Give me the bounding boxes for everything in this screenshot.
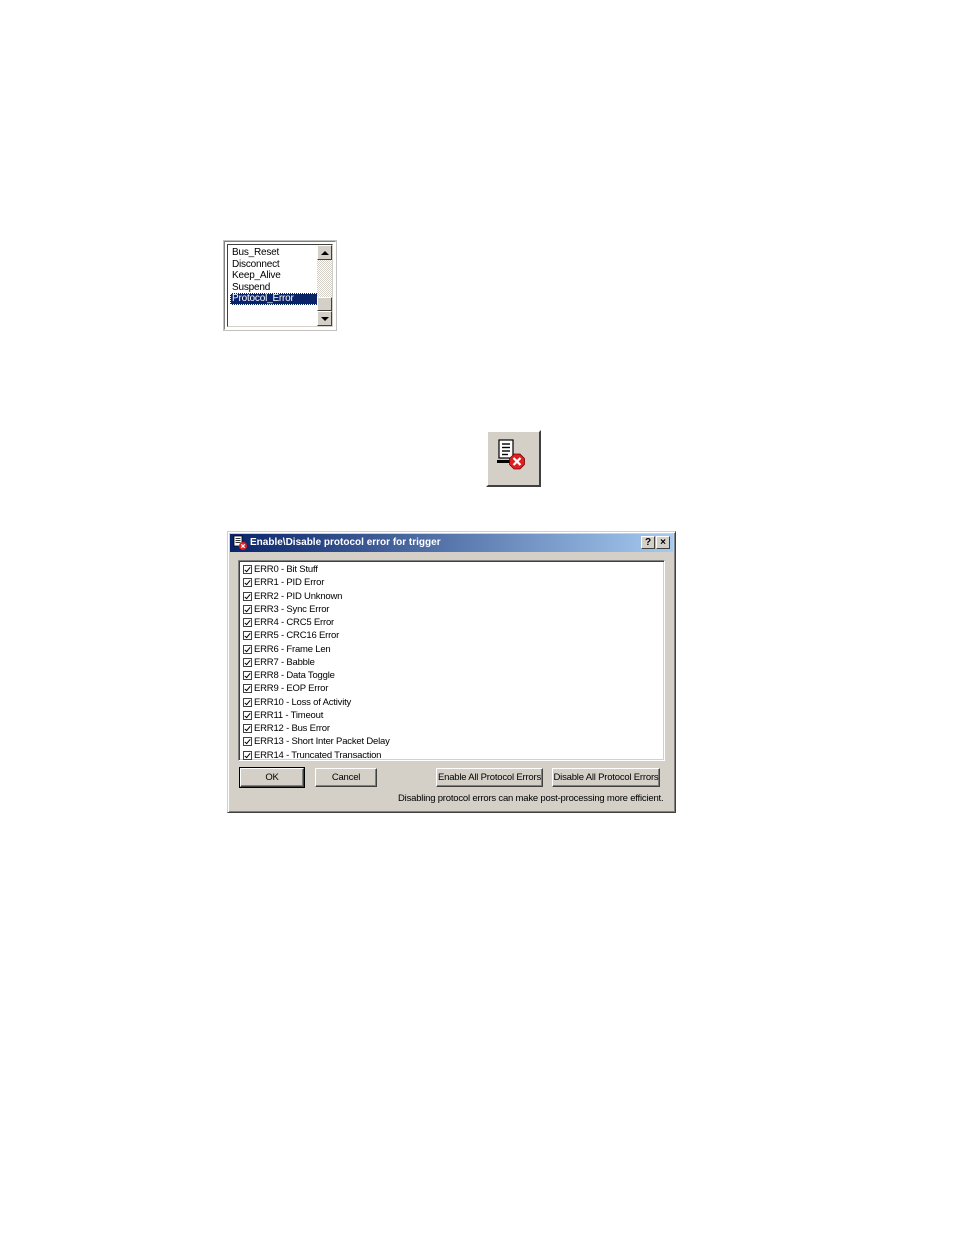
checkbox[interactable] <box>243 684 252 694</box>
list-item-selected[interactable]: Protocol_Error <box>230 293 318 305</box>
arrow-up-icon <box>320 250 329 255</box>
scroll-thumb[interactable] <box>317 297 332 311</box>
checkbox[interactable] <box>243 604 252 614</box>
error-label: ERR14 - Truncated Transaction <box>254 749 382 761</box>
checkbox[interactable] <box>243 737 252 747</box>
checkbox[interactable] <box>243 618 252 628</box>
error-row[interactable]: ERR11 - Timeout <box>239 709 664 722</box>
error-row[interactable]: ERR2 - PID Unknown <box>239 590 664 603</box>
checkbox[interactable] <box>243 657 252 667</box>
arrow-down-icon <box>320 316 329 321</box>
protocol-error-checklist[interactable]: ERR0 - Bit Stuff ERR1 - PID Error ERR2 -… <box>238 560 665 761</box>
error-row[interactable]: ERR8 - Data Toggle <box>239 669 664 682</box>
protocol-error-toolbar-button[interactable] <box>486 430 541 487</box>
error-row[interactable]: ERR7 - Babble <box>239 656 664 669</box>
checkbox[interactable] <box>243 697 252 707</box>
error-row[interactable]: ERR3 - Sync Error <box>239 603 664 616</box>
error-row[interactable]: ERR1 - PID Error <box>239 576 664 589</box>
hint-text: Disabling protocol errors can make post-… <box>398 793 664 804</box>
error-label: ERR11 - Timeout <box>254 709 324 721</box>
help-button[interactable]: ? <box>641 536 655 549</box>
event-listbox-items: Bus_Reset Disconnect Keep_Alive Suspend … <box>230 247 318 328</box>
error-label: ERR7 - Babble <box>254 656 315 668</box>
error-row[interactable]: ERR12 - Bus Error <box>239 722 664 735</box>
error-label: ERR1 - PID Error <box>254 577 325 589</box>
error-row[interactable]: ERR9 - EOP Error <box>239 682 664 695</box>
dialog-titlebar[interactable]: Enable\Disable protocol error for trigge… <box>230 534 673 552</box>
list-item[interactable]: Keep_Alive <box>230 270 318 282</box>
error-label: ERR10 - Loss of Activity <box>254 696 352 708</box>
checkbox[interactable] <box>243 724 252 734</box>
close-button[interactable]: × <box>656 536 670 549</box>
error-row[interactable]: ERR4 - CRC5 Error <box>239 616 664 629</box>
error-label: ERR5 - CRC16 Error <box>254 630 340 642</box>
list-item[interactable] <box>230 316 318 328</box>
error-row[interactable]: ERR10 - Loss of Activity <box>239 696 664 709</box>
checkbox[interactable] <box>243 591 252 601</box>
error-label: ERR0 - Bit Stuff <box>254 564 318 576</box>
disable-all-button[interactable]: Disable All Protocol Errors <box>552 768 660 787</box>
scroll-up-button[interactable] <box>317 245 332 260</box>
checkbox[interactable] <box>243 710 252 720</box>
error-label: ERR4 - CRC5 Error <box>254 617 334 629</box>
list-item[interactable]: Bus_Reset <box>230 247 318 259</box>
error-label: ERR9 - EOP Error <box>254 683 329 695</box>
error-row[interactable]: ERR5 - CRC16 Error <box>239 629 664 642</box>
error-row[interactable]: ERR14 - Truncated Transaction <box>239 749 664 761</box>
cancel-button[interactable]: Cancel <box>315 768 377 787</box>
event-listbox[interactable]: Bus_Reset Disconnect Keep_Alive Suspend … <box>224 241 336 330</box>
error-label: ERR2 - PID Unknown <box>254 590 343 602</box>
ok-button[interactable]: OK <box>239 767 305 788</box>
enable-all-button[interactable]: Enable All Protocol Errors <box>436 768 543 787</box>
checkbox[interactable] <box>243 631 252 641</box>
checkbox[interactable] <box>243 565 252 575</box>
vertical-scrollbar[interactable] <box>317 245 332 326</box>
checkbox[interactable] <box>243 671 252 681</box>
list-item[interactable]: Disconnect <box>230 259 318 271</box>
checkbox[interactable] <box>243 578 252 588</box>
list-item[interactable]: Suspend <box>230 282 318 294</box>
list-item[interactable] <box>230 305 318 317</box>
error-label: ERR13 - Short Inter Packet Delay <box>254 736 390 748</box>
error-row[interactable]: ERR0 - Bit Stuff <box>239 563 664 576</box>
error-label: ERR6 - Frame Len <box>254 643 331 655</box>
protocol-error-filter-icon <box>497 439 525 470</box>
dialog-title: Enable\Disable protocol error for trigge… <box>250 537 441 548</box>
event-listbox-frame: Bus_Reset Disconnect Keep_Alive Suspend … <box>227 244 333 327</box>
scroll-down-button[interactable] <box>317 311 332 326</box>
error-label: ERR3 - Sync Error <box>254 603 330 615</box>
protocol-error-dialog: Enable\Disable protocol error for trigge… <box>227 531 676 813</box>
checkbox[interactable] <box>243 750 252 760</box>
app-icon <box>233 535 247 550</box>
error-row[interactable]: ERR13 - Short Inter Packet Delay <box>239 735 664 748</box>
error-label: ERR8 - Data Toggle <box>254 670 335 682</box>
error-row[interactable]: ERR6 - Frame Len <box>239 643 664 656</box>
error-label: ERR12 - Bus Error <box>254 723 330 735</box>
checkbox[interactable] <box>243 644 252 654</box>
